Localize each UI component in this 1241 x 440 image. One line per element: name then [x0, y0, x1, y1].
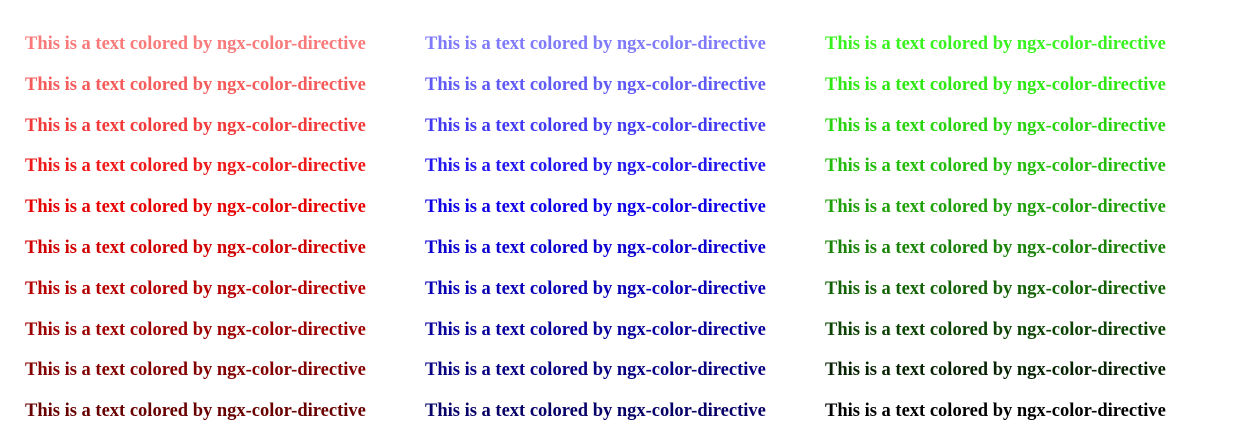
red-text-9: This is a text colored by ngx-color-dire…: [25, 360, 366, 381]
red-text-6: This is a text colored by ngx-color-dire…: [25, 237, 366, 258]
red-text-7: This is a text colored by ngx-color-dire…: [25, 278, 366, 299]
blue-shade-column: This is a text colored by ngx-color-dire…: [425, 32, 825, 440]
blue-text-7: This is a text colored by ngx-color-dire…: [425, 278, 766, 299]
green-text-8: This is a text colored by ngx-color-dire…: [825, 319, 1166, 340]
blue-text-5: This is a text colored by ngx-color-dire…: [425, 197, 766, 218]
green-text-9: This is a text colored by ngx-color-dire…: [825, 360, 1166, 381]
blue-text-9: This is a text colored by ngx-color-dire…: [425, 360, 766, 381]
green-text-7: This is a text colored by ngx-color-dire…: [825, 278, 1166, 299]
blue-text-3: This is a text colored by ngx-color-dire…: [425, 115, 766, 136]
red-text-5: This is a text colored by ngx-color-dire…: [25, 197, 366, 218]
red-shade-column: This is a text colored by ngx-color-dire…: [25, 32, 425, 440]
red-text-2: This is a text colored by ngx-color-dire…: [25, 74, 366, 95]
red-text-10: This is a text colored by ngx-color-dire…: [25, 401, 366, 422]
green-shade-column: This is a text colored by ngx-color-dire…: [825, 32, 1225, 440]
blue-text-4: This is a text colored by ngx-color-dire…: [425, 156, 766, 177]
green-text-2: This is a text colored by ngx-color-dire…: [825, 74, 1166, 95]
blue-text-8: This is a text colored by ngx-color-dire…: [425, 319, 766, 340]
red-text-1: This is a text colored by ngx-color-dire…: [25, 34, 366, 54]
green-text-6: This is a text colored by ngx-color-dire…: [825, 237, 1166, 258]
green-text-4: This is a text colored by ngx-color-dire…: [825, 156, 1166, 177]
colored-text-demo: This is a text colored by ngx-color-dire…: [25, 32, 1225, 440]
blue-text-10: This is a text colored by ngx-color-dire…: [425, 401, 766, 422]
blue-text-6: This is a text colored by ngx-color-dire…: [425, 237, 766, 258]
green-text-10: This is a text colored by ngx-color-dire…: [825, 401, 1166, 422]
blue-text-2: This is a text colored by ngx-color-dire…: [425, 74, 766, 95]
red-text-8: This is a text colored by ngx-color-dire…: [25, 319, 366, 340]
red-text-3: This is a text colored by ngx-color-dire…: [25, 115, 366, 136]
green-text-1: This is a text colored by ngx-color-dire…: [825, 34, 1166, 54]
red-text-4: This is a text colored by ngx-color-dire…: [25, 156, 366, 177]
green-text-3: This is a text colored by ngx-color-dire…: [825, 115, 1166, 136]
blue-text-1: This is a text colored by ngx-color-dire…: [425, 34, 766, 54]
green-text-5: This is a text colored by ngx-color-dire…: [825, 197, 1166, 218]
